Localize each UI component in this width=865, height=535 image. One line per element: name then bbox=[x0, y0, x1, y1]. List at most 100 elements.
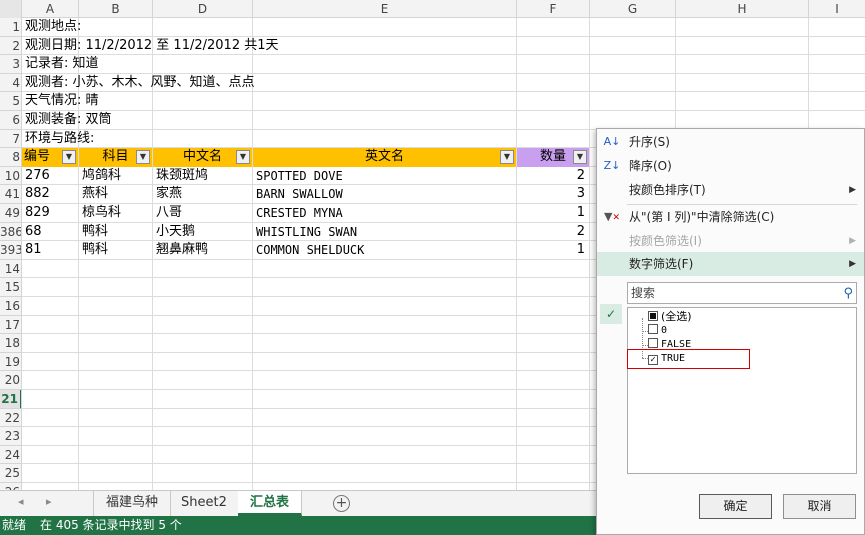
table-cell-cn[interactable]: 八哥 bbox=[153, 204, 252, 223]
row-header-17[interactable]: 17 bbox=[0, 316, 21, 335]
table-cell-id[interactable]: 882 bbox=[22, 185, 78, 204]
filter-item-select-all[interactable]: (全选) bbox=[648, 310, 692, 324]
row-header-4[interactable]: 4 bbox=[0, 74, 21, 93]
table-cell-id[interactable]: 81 bbox=[22, 241, 78, 260]
filter-dropdown-icon[interactable]: ▼ bbox=[236, 150, 250, 165]
row-header-14[interactable]: 14 bbox=[0, 260, 21, 279]
select-all-corner[interactable] bbox=[0, 0, 22, 18]
table-cell-id[interactable]: 829 bbox=[22, 204, 78, 223]
table-cell-cn[interactable]: 翘鼻麻鸭 bbox=[153, 241, 252, 260]
table-cell-family[interactable]: 鸭科 bbox=[79, 241, 152, 260]
table-cell-en[interactable]: BARN SWALLOW bbox=[253, 185, 516, 204]
column-header-b[interactable]: B bbox=[79, 0, 153, 18]
table-cell-id[interactable]: 276 bbox=[22, 167, 78, 186]
filter-dropdown-menu: A↓ 升序(S) Z↓ 降序(O) 按颜色排序(T) ▶ ▼✕ 从"(第 I 列… bbox=[596, 128, 865, 535]
row-header-20[interactable]: 20 bbox=[0, 371, 21, 390]
column-header-e[interactable]: E bbox=[253, 0, 517, 18]
grid-row bbox=[22, 111, 865, 130]
table-cell-family[interactable]: 燕科 bbox=[79, 185, 152, 204]
header-english-name[interactable]: 英文名 bbox=[253, 148, 516, 167]
tab-fujian-birds[interactable]: 福建鸟种 bbox=[93, 491, 172, 516]
menu-sort-descending[interactable]: Z↓ 降序(O) bbox=[597, 154, 864, 178]
table-cell-qty[interactable]: 3 bbox=[517, 185, 589, 204]
row-header-41[interactable]: 41 bbox=[0, 185, 21, 204]
tab-scroll-right-icon[interactable]: ▸ bbox=[46, 495, 52, 508]
info-line[interactable]: 观测装备: 双筒 bbox=[22, 111, 112, 130]
filter-dropdown-icon[interactable]: ▼ bbox=[573, 150, 587, 165]
filter-search-input[interactable]: 搜索 ⚲ bbox=[627, 282, 857, 304]
row-header-21[interactable]: 21 bbox=[0, 390, 21, 409]
table-cell-qty[interactable]: 2 bbox=[517, 167, 589, 186]
cancel-button[interactable]: 取消 bbox=[783, 494, 856, 519]
table-cell-qty[interactable]: 1 bbox=[517, 241, 589, 260]
submenu-arrow-icon: ▶ bbox=[849, 236, 856, 246]
table-cell-id[interactable]: 68 bbox=[22, 223, 78, 242]
filter-item-0[interactable]: 0 bbox=[648, 324, 667, 338]
row-header-8[interactable]: 8 bbox=[0, 148, 21, 167]
menu-sort-by-color[interactable]: 按颜色排序(T) ▶ bbox=[597, 178, 864, 202]
table-cell-qty[interactable]: 2 bbox=[517, 223, 589, 242]
grid-row bbox=[22, 92, 865, 111]
tab-scroll-left-icon[interactable]: ◂ bbox=[18, 495, 24, 508]
row-header-16[interactable]: 16 bbox=[0, 297, 21, 316]
tab-sheet2[interactable]: Sheet2 bbox=[169, 491, 240, 516]
row-header-25[interactable]: 25 bbox=[0, 464, 21, 483]
info-line[interactable]: 环境与路线: bbox=[22, 130, 94, 149]
status-message: 在 405 条记录中找到 5 个 bbox=[40, 518, 182, 532]
row-header-5[interactable]: 5 bbox=[0, 92, 21, 111]
table-cell-en[interactable]: SPOTTED DOVE bbox=[253, 167, 516, 186]
add-sheet-icon[interactable]: + bbox=[333, 495, 350, 512]
column-header-h[interactable]: H bbox=[676, 0, 809, 18]
tab-summary[interactable]: 汇总表 bbox=[238, 491, 303, 516]
row-header-386[interactable]: 386 bbox=[0, 223, 21, 242]
checkbox-unchecked-icon[interactable] bbox=[648, 324, 658, 334]
checkbox-partial-icon[interactable] bbox=[648, 311, 658, 321]
column-header-a[interactable]: A bbox=[22, 0, 79, 18]
row-header-23[interactable]: 23 bbox=[0, 427, 21, 446]
row-header-18[interactable]: 18 bbox=[0, 334, 21, 353]
table-cell-family[interactable]: 鸠鸽科 bbox=[79, 167, 152, 186]
info-line[interactable]: 观测者: 小苏、木木、风野、知道、点点 bbox=[22, 74, 255, 93]
row-header-24[interactable]: 24 bbox=[0, 446, 21, 465]
menu-sort-ascending[interactable]: A↓ 升序(S) bbox=[597, 130, 864, 154]
column-header-i[interactable]: I bbox=[809, 0, 865, 18]
filter-dropdown-icon[interactable]: ▼ bbox=[500, 150, 514, 165]
info-line[interactable]: 记录者: 知道 bbox=[22, 55, 99, 74]
ok-button[interactable]: 确定 bbox=[699, 494, 772, 519]
row-header-1[interactable]: 1 bbox=[0, 18, 21, 37]
checkbox-unchecked-icon[interactable] bbox=[648, 338, 658, 348]
row-header-15[interactable]: 15 bbox=[0, 278, 21, 297]
menu-number-filters[interactable]: 数字筛选(F) ▶ bbox=[597, 252, 864, 276]
row-header-7[interactable]: 7 bbox=[0, 130, 21, 149]
row-header-3[interactable]: 3 bbox=[0, 55, 21, 74]
row-header-19[interactable]: 19 bbox=[0, 353, 21, 372]
column-header-f[interactable]: F bbox=[517, 0, 590, 18]
highlight-box bbox=[627, 349, 750, 369]
table-cell-qty[interactable]: 1 bbox=[517, 204, 589, 223]
menu-clear-filter[interactable]: ▼✕ 从"(第 I 列)"中清除筛选(C) bbox=[597, 205, 864, 229]
info-line[interactable]: 天气情况: 晴 bbox=[22, 92, 99, 111]
table-cell-en[interactable]: WHISTLING SWAN bbox=[253, 223, 516, 242]
row-header-49[interactable]: 49 bbox=[0, 204, 21, 223]
table-cell-cn[interactable]: 珠颈斑鸠 bbox=[153, 167, 252, 186]
row-header-2[interactable]: 2 bbox=[0, 37, 21, 56]
filter-dropdown-icon[interactable]: ▼ bbox=[136, 150, 150, 165]
row-header-6[interactable]: 6 bbox=[0, 111, 21, 130]
column-header-d[interactable]: D bbox=[153, 0, 253, 18]
row-header-22[interactable]: 22 bbox=[0, 409, 21, 428]
filter-dropdown-icon[interactable]: ▼ bbox=[62, 150, 76, 165]
column-header-bar: A B D E F G H I bbox=[0, 0, 865, 18]
info-line[interactable]: 观测地点: bbox=[22, 18, 81, 37]
submenu-arrow-icon: ▶ bbox=[849, 185, 856, 195]
table-cell-cn[interactable]: 小天鹅 bbox=[153, 223, 252, 242]
row-header-393[interactable]: 393 bbox=[0, 241, 21, 260]
info-line[interactable]: 观测日期: 11/2/2012 至 11/2/2012 共1天 bbox=[22, 37, 279, 56]
table-cell-en[interactable]: CRESTED MYNA bbox=[253, 204, 516, 223]
row-header-26[interactable]: 26 bbox=[0, 483, 21, 490]
row-header-10[interactable]: 10 bbox=[0, 167, 21, 186]
column-header-g[interactable]: G bbox=[590, 0, 676, 18]
table-cell-family[interactable]: 椋鸟科 bbox=[79, 204, 152, 223]
table-cell-en[interactable]: COMMON SHELDUCK bbox=[253, 241, 516, 260]
table-cell-family[interactable]: 鸭科 bbox=[79, 223, 152, 242]
table-cell-cn[interactable]: 家燕 bbox=[153, 185, 252, 204]
